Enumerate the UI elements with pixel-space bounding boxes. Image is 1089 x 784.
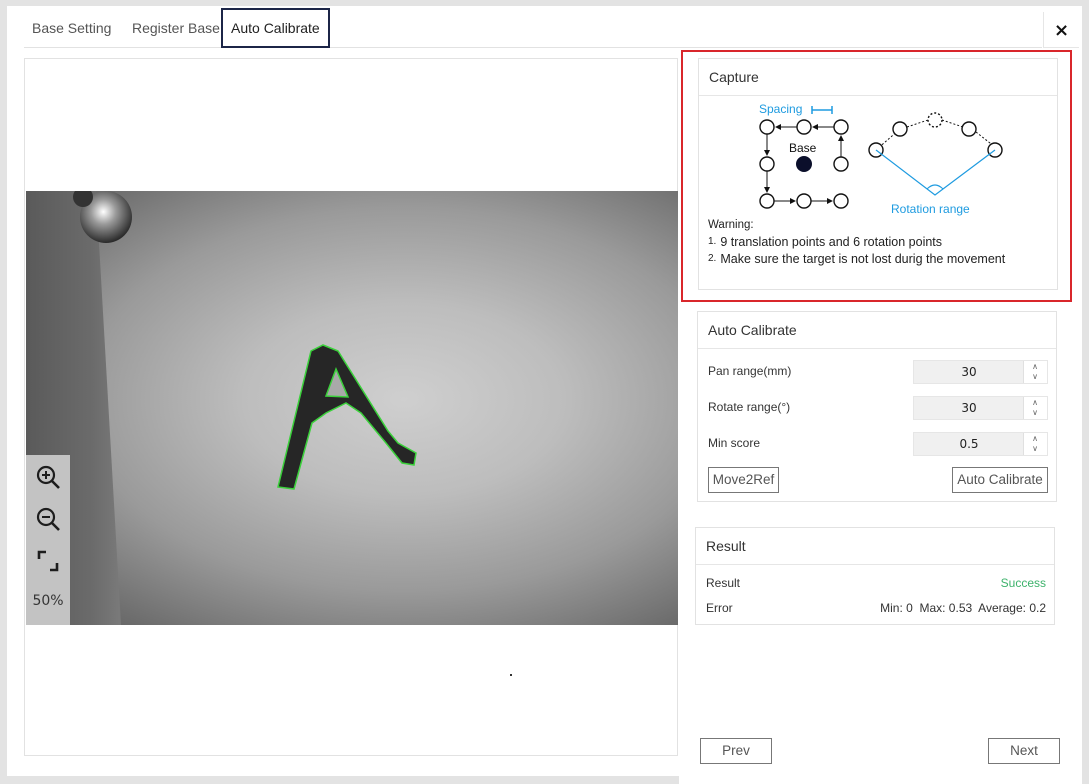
min-score-label: Min score: [708, 436, 761, 450]
min-score-stepper-controls: ∧ ∨: [1023, 433, 1047, 455]
pan-range-stepper[interactable]: 30 ∧ ∨: [913, 360, 1048, 384]
auto-calibrate-title: Auto Calibrate: [698, 312, 1056, 349]
rotate-range-label: Rotate range(°): [708, 400, 791, 414]
rotate-range-value[interactable]: 30: [914, 401, 1024, 415]
move2ref-button[interactable]: Move2Ref: [708, 467, 779, 493]
min-score-stepper[interactable]: 0.5 ∧ ∨: [913, 432, 1048, 456]
camera-image[interactable]: 50%: [26, 191, 678, 625]
image-viewer: 50%: [24, 58, 678, 756]
increment-icon[interactable]: ∧: [1024, 362, 1046, 372]
error-row: Error Min: 0 Max: 0.53 Average: 0.2: [706, 601, 1046, 615]
result-status: Success: [1000, 576, 1046, 590]
pan-range-label: Pan range(mm): [708, 364, 792, 378]
rotate-range-stepper[interactable]: 30 ∧ ∨: [913, 396, 1048, 420]
zoom-in-button[interactable]: [34, 463, 62, 491]
next-button[interactable]: Next: [988, 738, 1060, 764]
zoom-out-button[interactable]: [34, 505, 62, 533]
zoom-toolbar: 50%: [26, 455, 70, 625]
zoom-percent: 50%: [32, 593, 64, 609]
target-letter-a: [277, 344, 417, 490]
tab-auto-calibrate[interactable]: Auto Calibrate: [221, 8, 330, 48]
result-label: Result: [706, 576, 741, 590]
tab-base-setting[interactable]: Base Setting: [24, 10, 119, 48]
tab-bar: Base Setting Register Base Auto Calibrat…: [24, 8, 1042, 48]
prev-button[interactable]: Prev: [700, 738, 772, 764]
result-row: Result Success: [706, 576, 1046, 590]
auto-calibrate-panel: Auto Calibrate Pan range(mm) 30 ∧ ∨ Rota…: [697, 311, 1057, 502]
error-value: Min: 0 Max: 0.53 Average: 0.2: [880, 601, 1046, 615]
min-score-value[interactable]: 0.5: [914, 437, 1024, 451]
decrement-icon[interactable]: ∨: [1024, 372, 1046, 382]
pan-range-value[interactable]: 30: [914, 365, 1024, 379]
decrement-icon[interactable]: ∨: [1024, 408, 1046, 418]
decrement-icon[interactable]: ∨: [1024, 444, 1046, 454]
close-button[interactable]: ×: [1043, 12, 1079, 48]
auto-calibrate-button[interactable]: Auto Calibrate: [952, 467, 1048, 493]
fit-view-icon: [37, 550, 59, 572]
camera-scene: [73, 191, 417, 490]
increment-icon[interactable]: ∧: [1024, 398, 1046, 408]
rotate-range-stepper-controls: ∧ ∨: [1023, 397, 1047, 419]
increment-icon[interactable]: ∧: [1024, 434, 1046, 444]
zoom-out-icon: [36, 507, 60, 531]
rotate-range-row: Rotate range(°) 30 ∧ ∨: [708, 396, 1048, 420]
tab-register-base[interactable]: Register Base: [124, 10, 228, 48]
result-title: Result: [696, 528, 1054, 565]
zoom-in-icon: [36, 465, 60, 489]
pan-range-row: Pan range(mm) 30 ∧ ∨: [708, 360, 1048, 384]
pan-range-stepper-controls: ∧ ∨: [1023, 361, 1047, 383]
fit-view-button[interactable]: [34, 547, 62, 575]
min-score-row: Min score 0.5 ∧ ∨: [708, 432, 1048, 456]
error-label: Error: [706, 601, 733, 615]
canvas-speck: [510, 674, 512, 676]
capture-highlight-frame: [681, 50, 1072, 302]
result-panel: Result Result Success Error Min: 0 Max: …: [695, 527, 1055, 625]
